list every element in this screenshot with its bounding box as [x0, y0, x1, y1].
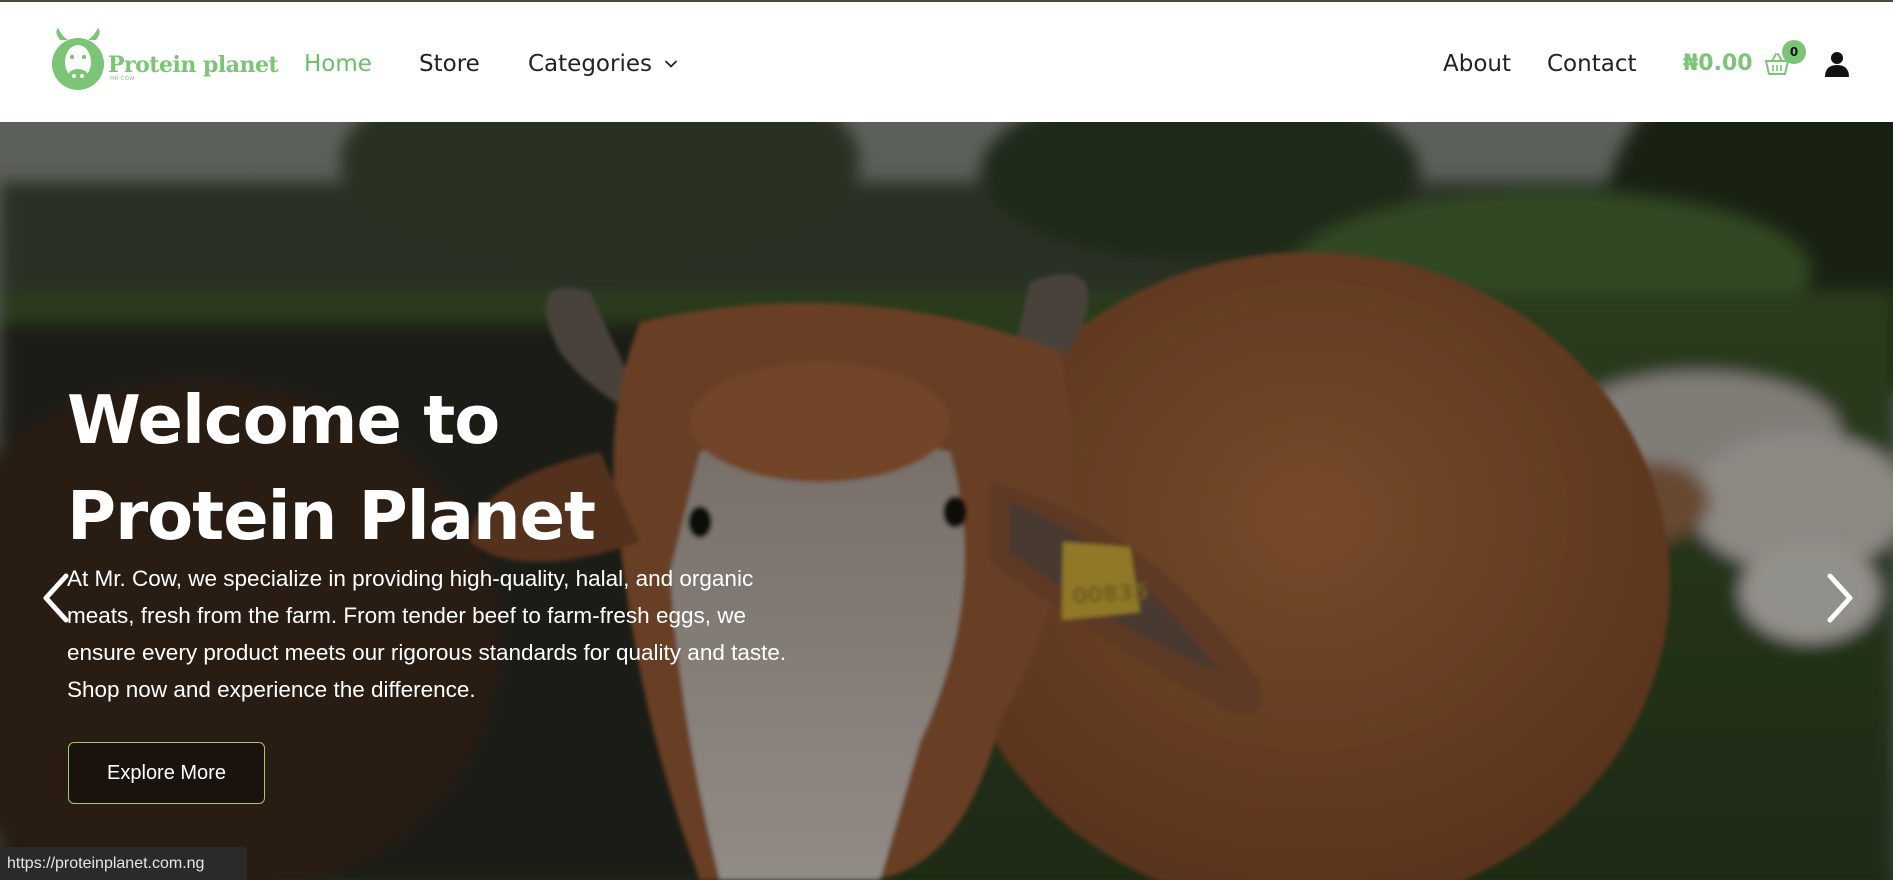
nav-about-link[interactable]: About — [1443, 49, 1511, 79]
hero-heading-line2: Protein Planet — [67, 477, 596, 555]
brand-logo[interactable]: Protein planet MR COW — [50, 26, 279, 96]
nav-contact-link[interactable]: Contact — [1547, 49, 1636, 79]
brand-subtitle: MR COW — [110, 76, 135, 82]
cart-count-badge: 0 — [1782, 40, 1806, 64]
site-header: Protein planet MR COW Home Store Categor… — [0, 0, 1893, 122]
nav-store-link[interactable]: Store — [419, 49, 480, 79]
cow-logo-icon — [52, 28, 104, 90]
chevron-left-icon[interactable] — [38, 570, 74, 626]
hero-heading-line1: Welcome to — [67, 381, 500, 459]
nav-categories-label: Categories — [528, 51, 652, 77]
explore-more-button[interactable]: Explore More — [68, 742, 265, 804]
hero-heading: Welcome to Protein Planet — [67, 372, 687, 564]
cart-total[interactable]: ₦0.00 — [1683, 49, 1753, 79]
hero-slider: 00835 Welcome to Protein Planet At Mr. C… — [0, 122, 1893, 880]
chevron-down-icon — [665, 60, 677, 68]
nav-categories-dropdown[interactable]: Categories — [528, 49, 678, 79]
brand-name: Protein planet — [108, 52, 279, 78]
user-icon[interactable] — [1823, 50, 1851, 78]
hero-description: At Mr. Cow, we specialize in providing h… — [67, 566, 787, 702]
browser-status-url: https://proteinplanet.com.ng — [0, 847, 247, 880]
chevron-right-icon[interactable] — [1822, 570, 1858, 626]
nav-home-link[interactable]: Home — [304, 49, 372, 79]
